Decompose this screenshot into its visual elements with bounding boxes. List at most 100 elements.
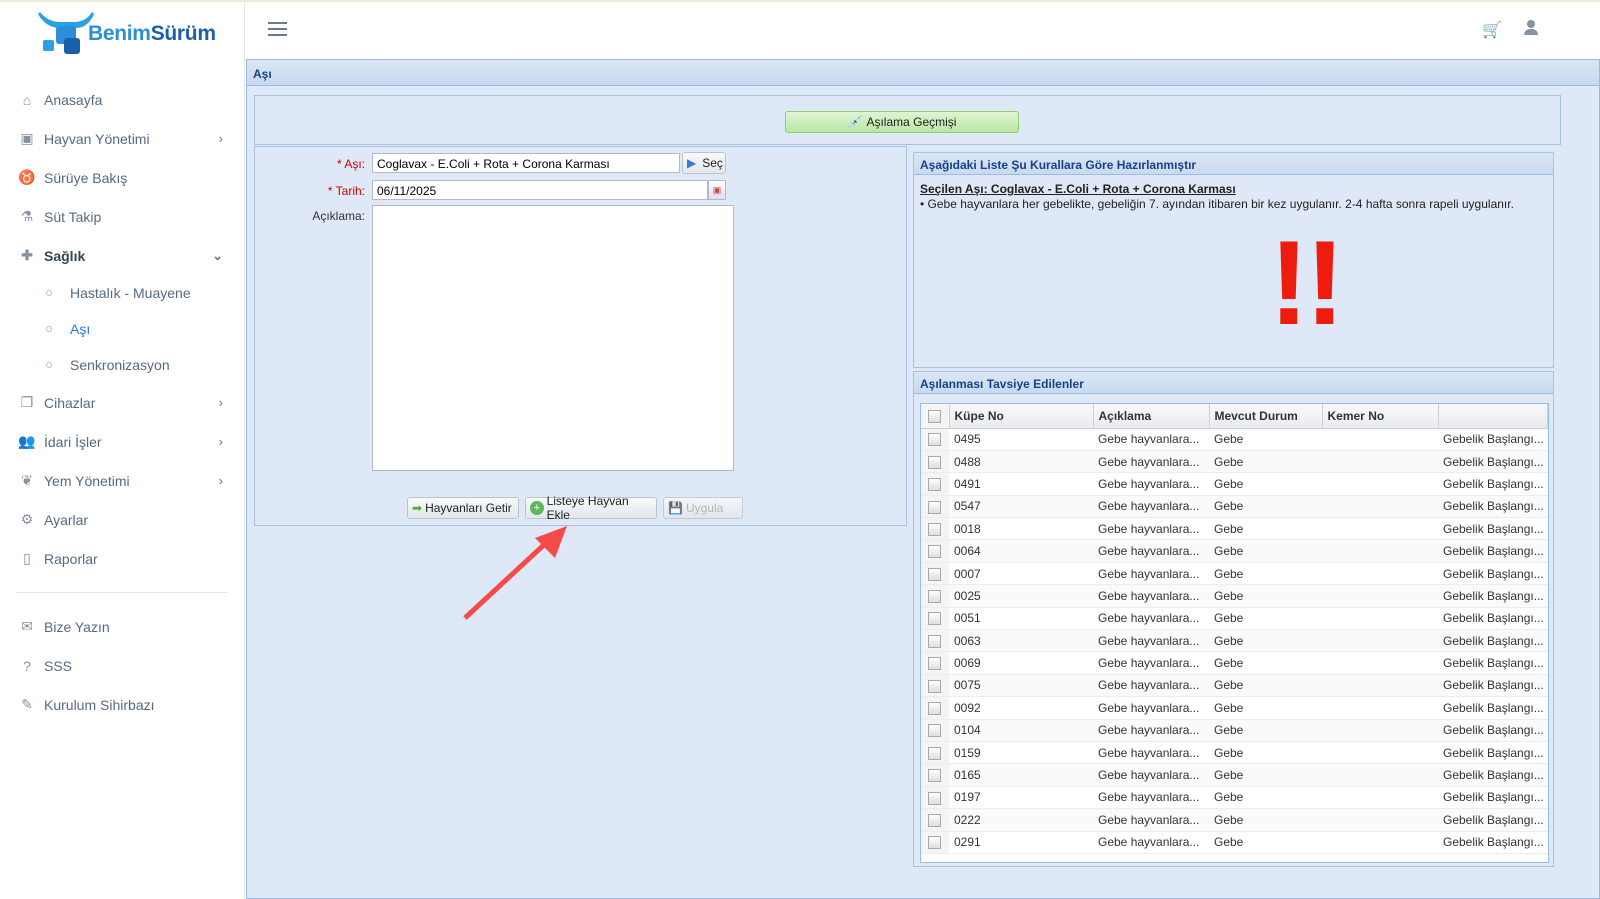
cell: Gebe — [1209, 741, 1322, 765]
row-checkbox[interactable] — [928, 814, 941, 827]
row-checkbox[interactable] — [928, 590, 941, 604]
cell: 0491 — [949, 472, 1093, 496]
select-all-checkbox[interactable] — [928, 409, 941, 423]
table-row[interactable]: 0222 Gebe hayvanlara... Gebe Gebelik Başlan… — [921, 808, 1548, 832]
cell: Gebe hayvanlara... — [1093, 651, 1209, 675]
sidebar-item[interactable]: ✎ Kurulum Sihirbazı — [0, 685, 245, 724]
brand-name: BenimSürüm — [88, 22, 216, 45]
table-row[interactable]: 0051 Gebe hayvanlara... Gebe Gebelik Başlan… — [921, 607, 1548, 631]
row-checkbox[interactable] — [928, 657, 941, 671]
cell: Gebelik Başlangı... — [1438, 674, 1548, 698]
sidebar-item[interactable]: ⌂ Anasayfa — [0, 80, 245, 119]
table-row[interactable]: 0007 Gebe hayvanlara... Gebe Gebelik Başlan… — [921, 562, 1548, 586]
select-vaccine-button[interactable]: ▶ Seç — [682, 152, 726, 174]
sidebar-item[interactable]: ♉ Sürüye Bakış — [0, 158, 245, 197]
table-row[interactable]: 0092 Gebe hayvanlara... Gebe Gebelik Başlan… — [921, 696, 1548, 720]
row-checkbox[interactable] — [928, 612, 941, 626]
col-extra[interactable] — [1438, 404, 1548, 429]
cell: Gebelik Başlangı... — [1438, 584, 1548, 608]
table-row[interactable]: 0491 Gebe hayvanlara... Gebe Gebelik Başlan… — [921, 472, 1548, 496]
table-row[interactable]: 0104 Gebe hayvanlara... Gebe Gebelik Başlan… — [921, 719, 1548, 742]
cell: Gebe — [1209, 719, 1322, 742]
calendar-icon[interactable]: ▣ — [708, 180, 726, 200]
menu-toggle-icon[interactable] — [268, 22, 287, 36]
sidebar-subitem[interactable]: Aşı — [0, 311, 245, 347]
col-mevcut-durum[interactable]: Mevcut Durum — [1209, 404, 1323, 429]
description-textarea[interactable] — [372, 205, 734, 471]
row-checkbox[interactable] — [928, 836, 941, 850]
vaccine-input[interactable]: Coglavax - E.Coli + Rota + Corona Karmas… — [372, 153, 680, 173]
home-icon: ⌂ — [22, 91, 32, 108]
table-row[interactable]: 0025 Gebe hayvanlara... Gebe Gebelik Başlan… — [921, 584, 1548, 608]
table-row[interactable]: 0495 Gebe hayvanlara... Gebe Gebelik Başlan… — [921, 428, 1548, 451]
cell: 0018 — [949, 517, 1093, 541]
row-checkbox[interactable] — [928, 567, 941, 581]
arrow-right-icon: ➡ — [412, 501, 423, 515]
sidebar-item[interactable]: 👥 İdari İşler › — [0, 422, 245, 461]
table-row[interactable]: 0488 Gebe hayvanlara... Gebe Gebelik Başlan… — [921, 450, 1548, 474]
row-checkbox[interactable] — [928, 522, 941, 536]
table-row[interactable]: 0159 Gebe hayvanlara... Gebe Gebelik Başlan… — [921, 741, 1548, 765]
col-aciklama[interactable]: Açıklama — [1093, 404, 1210, 429]
row-checkbox[interactable] — [928, 769, 941, 783]
barn-icon: ▣ — [20, 130, 34, 146]
cart-icon[interactable]: 🛒 — [1482, 20, 1502, 40]
table-row[interactable]: 0075 Gebe hayvanlara... Gebe Gebelik Başlan… — [921, 674, 1548, 698]
sidebar-item[interactable]: ⚗ Süt Takip — [0, 197, 245, 236]
date-input[interactable]: 06/11/2025 — [372, 180, 708, 200]
table-row[interactable]: 0064 Gebe hayvanlara... Gebe Gebelik Başlan… — [921, 539, 1548, 563]
row-checkbox[interactable] — [928, 478, 941, 492]
rules-title: Aşağıdaki Liste Şu Kurallara Göre Hazırl… — [914, 153, 1553, 175]
sidebar-item[interactable]: ❦ Yem Yönetimi › — [0, 461, 245, 500]
col-kupe-no[interactable]: Küpe No — [949, 404, 1094, 429]
row-checkbox[interactable] — [928, 455, 941, 469]
sidebar-item[interactable]: ✚ Sağlık ⌄ — [0, 236, 245, 275]
cell: Gebe — [1209, 786, 1322, 810]
table-row[interactable]: 0547 Gebe hayvanlara... Gebe Gebelik Başlan… — [921, 495, 1548, 519]
table-row[interactable]: 0291 Gebe hayvanlara... Gebe Gebelik Başlan… — [921, 831, 1548, 854]
cell: Gebe hayvanlara... — [1093, 696, 1209, 720]
logo[interactable]: BenimSürüm — [38, 10, 228, 56]
row-checkbox[interactable] — [928, 500, 941, 514]
user-icon[interactable] — [1524, 20, 1538, 36]
add-animal-to-list-button[interactable]: + Listeye Hayvan Ekle — [525, 494, 657, 522]
sidebar-item[interactable]: ▯ Raporlar — [0, 539, 245, 578]
chevron-right-icon: › — [218, 131, 223, 146]
row-checkbox[interactable] — [928, 746, 941, 760]
cell: Gebe hayvanlara... — [1093, 763, 1209, 787]
cell — [1322, 831, 1438, 854]
sidebar-item[interactable]: ✉ Bize Yazın — [0, 607, 245, 646]
row-checkbox[interactable] — [928, 702, 941, 716]
table-row[interactable]: 0069 Gebe hayvanlara... Gebe Gebelik Başlan… — [921, 651, 1548, 675]
table-row[interactable]: 0063 Gebe hayvanlara... Gebe Gebelik Başlan… — [921, 629, 1548, 653]
cell — [1322, 763, 1438, 787]
cell: Gebe hayvanlara... — [1093, 472, 1209, 496]
cell — [1322, 495, 1438, 519]
history-toolbar: 💉 Aşılama Geçmişi — [254, 95, 1561, 145]
health-icon: ✚ — [21, 247, 33, 263]
row-checkbox[interactable] — [928, 634, 941, 648]
row-checkbox[interactable] — [928, 679, 941, 693]
sidebar-subitem[interactable]: Hastalık - Muayene — [0, 275, 245, 311]
cell: Gebe hayvanlara... — [1093, 584, 1209, 608]
sidebar-item[interactable]: ❐ Cihazlar › — [0, 383, 245, 422]
col-kemer-no[interactable]: Kemer No — [1322, 404, 1439, 429]
cell: Gebelik Başlangı... — [1438, 607, 1548, 631]
sidebar-subitem[interactable]: Senkronizasyon — [0, 347, 245, 383]
row-checkbox[interactable] — [928, 791, 941, 805]
table-row[interactable]: 0197 Gebe hayvanlara... Gebe Gebelik Başlan… — [921, 786, 1548, 810]
row-checkbox[interactable] — [928, 545, 941, 559]
row-checkbox[interactable] — [928, 433, 941, 447]
vaccination-history-button[interactable]: 💉 Aşılama Geçmişi — [785, 111, 1019, 133]
sidebar-item[interactable]: ▣ Hayvan Yönetimi › — [0, 119, 245, 158]
sidebar-item[interactable]: ? SSS — [0, 646, 245, 685]
gear-icon: ⚙ — [20, 511, 34, 527]
table-row[interactable]: 0018 Gebe hayvanlara... Gebe Gebelik Başlan… — [921, 517, 1548, 541]
row-checkbox[interactable] — [928, 724, 941, 738]
get-animals-button[interactable]: ➡ Hayvanları Getir — [407, 497, 519, 519]
cell: 0069 — [949, 651, 1093, 675]
sidebar-item[interactable]: ⚙ Ayarlar — [0, 500, 245, 539]
table-row[interactable]: 0165 Gebe hayvanlara... Gebe Gebelik Başlan… — [921, 763, 1548, 787]
cell — [1322, 629, 1438, 653]
apply-button[interactable]: 💾 Uygula — [663, 497, 743, 519]
